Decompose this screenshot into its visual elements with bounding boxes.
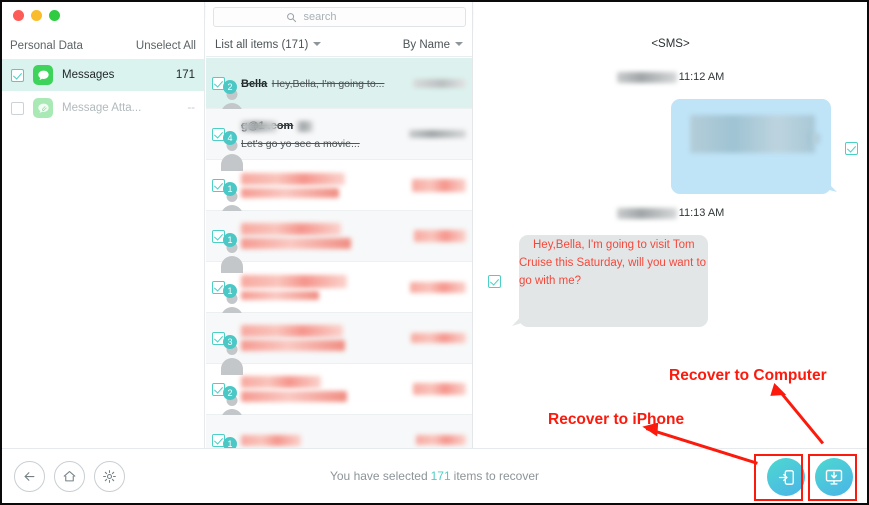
sidebar-item-count: 171 (175, 69, 195, 81)
chevron-down-icon (455, 42, 463, 47)
sidebar-header: Personal Data Unselect All (2, 34, 204, 58)
unread-badge: 1 (223, 182, 237, 196)
settings-button[interactable] (94, 461, 125, 492)
unread-badge: 4 (223, 131, 237, 145)
search-box[interactable] (213, 7, 466, 27)
search-input[interactable] (301, 10, 394, 24)
arrow-left-icon (24, 472, 35, 481)
row-subtitle: Hey,Bella, I'm going to... (271, 78, 385, 90)
annotation-recover-to-computer: Recover to Computer (669, 367, 827, 384)
search-icon (286, 12, 296, 22)
unread-badge: 2 (223, 386, 237, 400)
minimize-window-button[interactable] (31, 10, 42, 21)
sidebar-item-messages[interactable]: Messages 171 (2, 59, 204, 91)
chevron-down-icon (313, 42, 322, 47)
list-item[interactable]: 4 g@1 .com Let's go yo see a movie... (206, 109, 472, 160)
row-text-redacted (241, 223, 408, 249)
message-timestamp: 11:13 AM (474, 207, 867, 219)
row-meta-redacted (413, 78, 466, 88)
sidebar-item-message-attachments[interactable]: Message Atta... -- (2, 92, 204, 124)
row-text: g@1 .com Let's go yo see a movie... (241, 116, 403, 152)
row-meta-redacted (416, 435, 466, 445)
message-select-checkbox[interactable] (845, 142, 858, 155)
unread-badge: 2 (223, 80, 237, 94)
redacted-sender (616, 71, 677, 83)
conversation-list[interactable]: 2 Bella Hey,Bella, I'm going to... 4 .co… (206, 58, 472, 448)
row-meta-redacted (413, 383, 466, 395)
list-sort-label: By Name (402, 38, 450, 51)
row-subtitle: Let's go yo see a movie... (241, 138, 360, 150)
maximize-window-button[interactable] (49, 10, 60, 21)
home-icon (63, 470, 76, 482)
paperclip-bubble-icon (33, 98, 53, 118)
unselect-all-button[interactable]: Unselect All (136, 40, 196, 52)
status-prefix: You have selected (329, 469, 428, 483)
row-text-redacted (241, 325, 405, 351)
row-title: g@1 .com (241, 120, 313, 132)
message-timestamp: 11:12 AM (474, 71, 867, 83)
list-item[interactable]: 1 (206, 262, 472, 313)
row-title: Bella (241, 78, 268, 90)
sidebar-title: Personal Data (10, 40, 83, 52)
bottom-toolbar: You have selected 171 items to recover (2, 448, 867, 503)
message-bubble-incoming[interactable]: Hey,Bella, I'm going to visit Tom Cruise… (519, 235, 708, 327)
sidebar-item-label: Messages (62, 69, 115, 81)
message-attachments-checkbox[interactable] (11, 101, 24, 115)
list-item[interactable]: 3 (206, 313, 472, 364)
gear-icon (103, 470, 116, 483)
redacted-sender (616, 207, 677, 219)
list-item[interactable]: 1 (206, 415, 472, 448)
conversation-list-panel: List all items (171) By Name 2 Bella Hey… (206, 2, 473, 448)
message-select-checkbox[interactable] (488, 275, 501, 288)
row-text-redacted (241, 376, 407, 402)
row-meta-redacted (409, 130, 466, 138)
sidebar-item-label: Message Atta... (62, 102, 142, 114)
row-meta-redacted (414, 230, 466, 242)
nav-buttons (14, 461, 125, 492)
row-meta-redacted (411, 333, 466, 343)
status-text: You have selected 171 items to recover (2, 449, 867, 503)
sidebar-item-count: -- (187, 102, 195, 114)
unread-badge: 1 (223, 284, 237, 298)
highlight-recover-to-computer (808, 454, 857, 501)
selected-count: 171 (430, 469, 451, 483)
list-item[interactable]: 2 Bella Hey,Bella, I'm going to... (206, 58, 472, 109)
row-text-redacted (241, 434, 410, 446)
list-filter-dropdown[interactable]: List all items (171) (215, 38, 322, 51)
row-meta-redacted (412, 178, 466, 192)
list-item[interactable]: 1 (206, 160, 472, 211)
redacted-message-body (690, 115, 815, 153)
list-sort-dropdown[interactable]: By Name (403, 39, 463, 51)
message-bubble-icon (33, 65, 53, 85)
row-text-redacted (241, 274, 404, 300)
row-text: Bella Hey,Bella, I'm going to... (241, 74, 407, 92)
sidebar: Personal Data Unselect All Messages 171 … (2, 2, 205, 448)
status-suffix: items to recover (453, 469, 540, 483)
highlight-recover-to-iphone (754, 454, 803, 501)
message-text: Hey,Bella, I'm going to visit Tom Cruise… (519, 239, 707, 287)
unread-badge: 1 (223, 437, 237, 448)
list-item[interactable]: 1 (206, 211, 472, 262)
close-window-button[interactable] (13, 10, 24, 21)
unread-badge: 1 (223, 233, 237, 247)
row-meta-redacted (410, 281, 466, 293)
window-controls[interactable] (13, 10, 60, 21)
thread-type-header: <SMS> (651, 38, 690, 50)
messages-checkbox[interactable] (11, 68, 24, 82)
list-filter-label: List all items (171) (215, 38, 309, 51)
app-window: Personal Data Unselect All Messages 171 … (0, 0, 869, 505)
row-text-redacted (241, 172, 406, 198)
unread-badge: 3 (223, 335, 237, 349)
list-item[interactable]: 2 (206, 364, 472, 415)
back-button[interactable] (14, 461, 45, 492)
message-bubble-outgoing[interactable] (671, 99, 831, 194)
redacted-message-body (804, 133, 820, 144)
home-button[interactable] (54, 461, 85, 492)
list-toolbar: List all items (171) By Name (206, 33, 472, 57)
annotation-recover-to-iphone: Recover to iPhone (548, 411, 685, 428)
